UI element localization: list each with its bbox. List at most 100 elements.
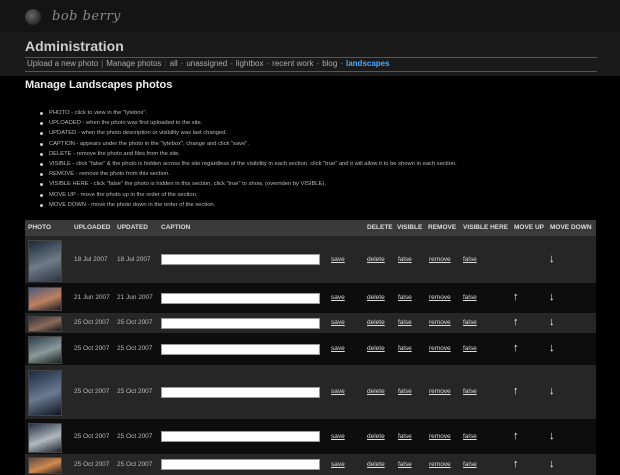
delete-link[interactable]: delete [367,319,385,326]
site-logo[interactable]: bob berry [52,9,121,24]
save-link[interactable]: save [331,345,345,352]
nav-link-blog[interactable]: blog [322,59,337,68]
save-link[interactable]: save [331,433,345,440]
visible-toggle-link[interactable]: false [398,319,412,326]
nav-separator: - [230,59,233,68]
visible-toggle-link[interactable]: false [398,433,412,440]
nav-link-upload-a-new-photo[interactable]: Upload a new photo [27,59,98,68]
visible-toggle-link[interactable]: false [398,461,412,468]
help-item: UPLOADED - when the photo was first uplo… [40,118,457,128]
visible-here-toggle-link[interactable]: false [463,461,477,468]
photo-thumbnail[interactable] [28,370,62,416]
caption-input[interactable] [161,317,320,329]
move-up-arrow-icon[interactable]: ↑ [513,385,519,397]
column-header-updated: UPDATED [117,224,148,231]
column-header-remove: REMOVE [428,224,457,231]
move-down-arrow-icon[interactable]: ↓ [549,316,555,328]
save-link[interactable]: save [331,319,345,326]
visible-here-toggle-link[interactable]: false [463,345,477,352]
logo-mark-icon [25,9,41,25]
delete-link[interactable]: delete [367,461,385,468]
table-row: 18 Jul 2007 18 Jul 2007 save delete false rem… [25,236,596,283]
move-down-arrow-icon[interactable]: ↓ [549,385,555,397]
nav-link-recent-work[interactable]: recent work [272,59,313,68]
nav-separator: - [266,59,270,68]
visible-here-toggle-link[interactable]: false [463,294,477,301]
help-item: VISIBLE HERE - click "false" the photo i… [40,179,457,189]
visible-here-toggle-link[interactable]: false [463,433,477,440]
updated-date: 25 Oct 2007 [117,432,153,440]
updated-date: 25 Oct 2007 [117,345,153,352]
uploaded-date: 18 Jul 2007 [74,255,108,263]
move-down-arrow-icon[interactable]: ↓ [549,430,555,442]
nav-link-unassigned[interactable]: unassigned [186,59,227,68]
visible-toggle-link[interactable]: false [398,388,412,395]
delete-link[interactable]: delete [367,433,385,440]
caption-input[interactable] [161,431,320,442]
visible-toggle-link[interactable]: false [398,256,412,263]
section-title: Manage Landscapes photos [25,79,173,91]
move-down-arrow-icon[interactable]: ↓ [549,291,555,303]
column-header-photo: PHOTO [28,224,51,231]
nav-separator: : [164,59,167,68]
save-link[interactable]: save [331,461,345,468]
visible-toggle-link[interactable]: false [398,294,412,301]
nav-link-manage-photos[interactable]: Manage photos [106,59,161,68]
admin-nav: Upload a new photo | Manage photos: all - una… [27,59,390,68]
save-link[interactable]: save [331,294,345,301]
help-item: MOVE DOWN - move the photo down in the o… [40,200,457,210]
visible-here-toggle-link[interactable]: false [463,388,477,395]
move-up-arrow-icon[interactable]: ↑ [513,291,519,303]
visible-here-toggle-link[interactable]: false [463,256,477,263]
top-bar: bob berry [0,0,620,32]
photo-thumbnail[interactable] [28,457,62,474]
nav-link-landscapes[interactable]: landscapes [346,59,390,68]
delete-link[interactable]: delete [367,388,385,395]
move-up-arrow-icon[interactable]: ↑ [513,316,519,328]
uploaded-date: 25 Oct 2007 [74,345,110,352]
photo-thumbnail[interactable] [28,336,62,364]
caption-input[interactable] [161,292,320,304]
help-item: REMOVE - remove the photo from this sect… [40,169,457,179]
photo-thumbnail[interactable] [28,287,62,311]
photo-thumbnail[interactable] [28,239,62,282]
caption-input[interactable] [161,386,320,398]
table-row: 25 Oct 2007 25 Oct 2007 save delete false rem… [25,313,596,333]
remove-link[interactable]: remove [429,294,451,301]
remove-link[interactable]: remove [429,461,451,468]
remove-link[interactable]: remove [429,388,451,395]
nav-divider [25,71,597,72]
move-down-arrow-icon[interactable]: ↓ [549,253,555,265]
move-up-arrow-icon[interactable]: ↑ [513,458,519,470]
save-link[interactable]: save [331,388,345,395]
remove-link[interactable]: remove [429,345,451,352]
caption-input[interactable] [161,254,320,265]
visible-here-toggle-link[interactable]: false [463,319,477,326]
remove-link[interactable]: remove [429,433,451,440]
help-item: VISIBLE - click "false" & the photo is h… [40,159,457,169]
caption-input[interactable] [161,459,320,470]
move-up-arrow-icon[interactable]: ↑ [513,342,519,354]
help-item: MOVE UP - move the photo up in the order… [40,190,457,200]
move-up-arrow-icon[interactable]: ↑ [513,430,519,442]
visible-toggle-link[interactable]: false [398,345,412,352]
move-down-arrow-icon[interactable]: ↓ [549,342,555,354]
delete-link[interactable]: delete [367,256,385,263]
delete-link[interactable]: delete [367,294,385,301]
column-header-visible: VISIBLE [397,224,423,231]
nav-link-lightbox[interactable]: lightbox [236,59,264,68]
move-down-arrow-icon[interactable]: ↓ [549,458,555,470]
remove-link[interactable]: remove [429,256,451,263]
help-item: DELETE - remove the photo and files from… [40,149,457,159]
remove-link[interactable]: remove [429,319,451,326]
photo-thumbnail[interactable] [28,422,62,453]
updated-date: 25 Oct 2007 [117,460,153,468]
photo-thumbnail[interactable] [28,316,62,332]
table-row: 25 Oct 2007 25 Oct 2007 save delete false rem… [25,419,596,454]
save-link[interactable]: save [331,256,345,263]
column-header-visible-here: VISIBLE HERE [463,224,509,231]
table-row: 25 Oct 2007 25 Oct 2007 save delete false rem… [25,333,596,365]
caption-input[interactable] [161,343,320,355]
nav-link-all[interactable]: all [170,59,178,68]
delete-link[interactable]: delete [367,345,385,352]
